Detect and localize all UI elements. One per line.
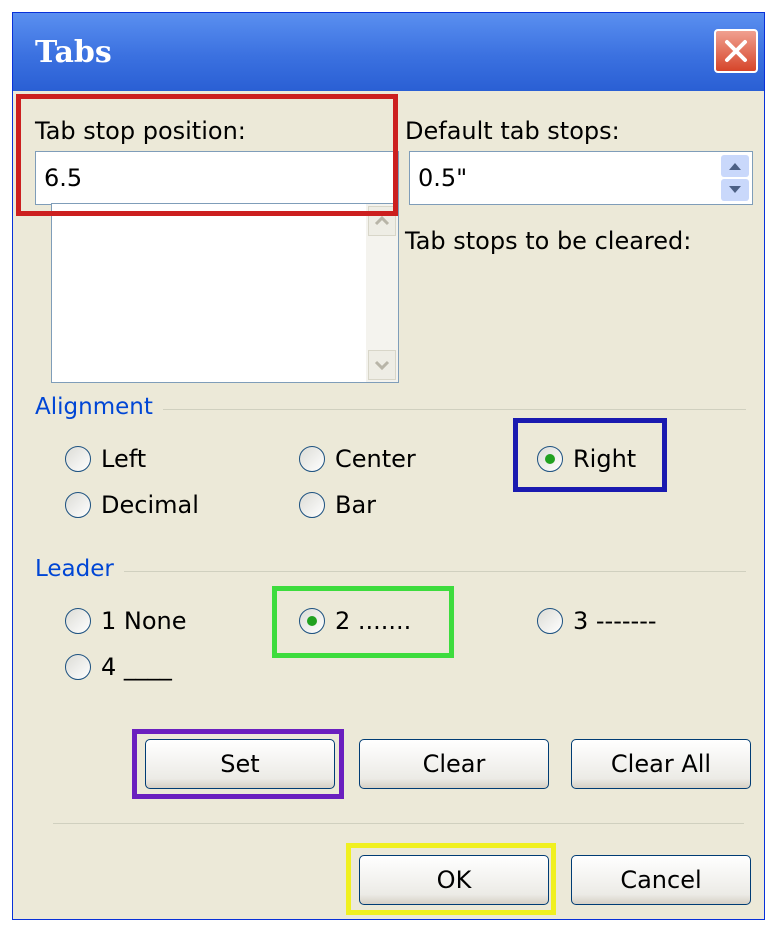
leader-4-radio[interactable]: 4 ____	[65, 653, 172, 681]
radio-icon	[537, 608, 563, 634]
alignment-left-radio[interactable]: Left	[65, 445, 146, 473]
leader-group-line	[37, 571, 746, 572]
default-tab-stops-field[interactable]: 0.5"	[409, 151, 753, 205]
radio-selected-icon	[299, 608, 325, 634]
ok-button[interactable]: OK	[359, 855, 549, 905]
close-button[interactable]	[714, 29, 758, 73]
radio-label: 2 .......	[335, 607, 412, 635]
radio-label: Bar	[335, 491, 377, 519]
radio-label: Decimal	[101, 491, 199, 519]
leader-3-radio[interactable]: 3 -------	[537, 607, 657, 635]
chevron-up-icon	[374, 215, 390, 226]
set-button[interactable]: Set	[145, 739, 335, 789]
radio-selected-icon	[537, 446, 563, 472]
alignment-group-label: Alignment	[35, 394, 163, 420]
tab-stops-to-clear-label: Tab stops to be cleared:	[405, 227, 692, 255]
dialog-title: Tabs	[35, 35, 112, 70]
radio-label: Right	[573, 445, 637, 473]
close-icon	[725, 40, 747, 62]
radio-label: 1 None	[101, 607, 187, 635]
list-scrollbar[interactable]	[366, 204, 398, 382]
scroll-up-button[interactable]	[368, 206, 396, 236]
tabs-dialog: Tabs Tab stop position: 6.5 Default tab …	[12, 12, 765, 920]
tab-stop-position-label: Tab stop position:	[35, 117, 246, 145]
separator	[53, 823, 744, 824]
alignment-right-radio[interactable]: Right	[537, 445, 636, 473]
radio-icon	[65, 492, 91, 518]
default-tab-stops-value: 0.5"	[418, 164, 468, 192]
radio-label: 3 -------	[573, 607, 657, 635]
radio-icon	[65, 608, 91, 634]
radio-label: 4 ____	[101, 653, 172, 681]
alignment-bar-radio[interactable]: Bar	[299, 491, 376, 519]
radio-icon	[299, 492, 325, 518]
radio-label: Center	[335, 445, 416, 473]
clear-button[interactable]: Clear	[359, 739, 549, 789]
scroll-down-button[interactable]	[368, 350, 396, 380]
clear-all-button[interactable]: Clear All	[571, 739, 751, 789]
alignment-decimal-radio[interactable]: Decimal	[65, 491, 199, 519]
radio-icon	[299, 446, 325, 472]
tab-stop-position-input[interactable]: 6.5	[35, 151, 399, 205]
title-bar[interactable]: Tabs	[13, 13, 764, 91]
default-tab-stops-label: Default tab stops:	[405, 117, 620, 145]
radio-icon	[65, 446, 91, 472]
tab-stops-list[interactable]	[51, 203, 399, 383]
leader-1-radio[interactable]: 1 None	[65, 607, 187, 635]
radio-icon	[65, 654, 91, 680]
radio-label: Left	[101, 445, 147, 473]
spinner-icon[interactable]	[720, 154, 750, 202]
cancel-button[interactable]: Cancel	[571, 855, 751, 905]
leader-2-radio[interactable]: 2 .......	[299, 607, 411, 635]
alignment-center-radio[interactable]: Center	[299, 445, 416, 473]
leader-group-label: Leader	[35, 556, 124, 582]
chevron-down-icon	[374, 360, 390, 371]
